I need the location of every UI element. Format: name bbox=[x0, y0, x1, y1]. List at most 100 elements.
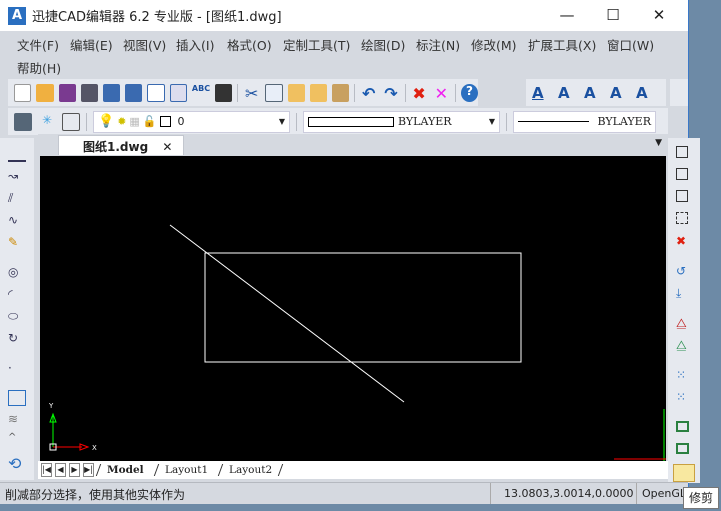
sketch-icon[interactable]: ✎ bbox=[8, 235, 26, 251]
helix-icon[interactable]: ≋ bbox=[8, 412, 26, 428]
menu-file[interactable]: 文件(F) bbox=[17, 35, 59, 54]
move-icon[interactable] bbox=[676, 168, 688, 180]
trim-icon[interactable] bbox=[673, 464, 695, 482]
last-tab-button[interactable]: ▶| bbox=[83, 463, 94, 477]
break-icon[interactable]: ⁙ bbox=[676, 390, 694, 406]
menu-help[interactable]: 帮助(H) bbox=[17, 58, 61, 77]
menu-format[interactable]: 格式(O) bbox=[227, 35, 272, 54]
multiline-text-icon[interactable]: A bbox=[584, 84, 602, 102]
menu-modify[interactable]: 修改(M) bbox=[471, 35, 517, 54]
tab-model[interactable]: Model bbox=[95, 464, 154, 476]
toolbar-overflow[interactable] bbox=[670, 79, 688, 106]
match-properties-icon[interactable] bbox=[331, 83, 350, 102]
tab-layout1[interactable]: Layout1 bbox=[153, 464, 218, 476]
spline-icon[interactable]: ∿ bbox=[8, 213, 26, 229]
help-icon[interactable]: ? bbox=[460, 83, 479, 102]
spellcheck-icon[interactable]: ABC bbox=[192, 84, 210, 102]
paste-icon[interactable] bbox=[287, 83, 305, 102]
menu-extensions[interactable]: 扩展工具(X) bbox=[528, 35, 596, 54]
layer-manager-icon[interactable] bbox=[14, 112, 32, 131]
close-button[interactable]: ✕ bbox=[636, 0, 682, 31]
menu-dimension[interactable]: 标注(N) bbox=[416, 35, 460, 54]
collapse-icon[interactable]: ^ bbox=[8, 432, 26, 448]
first-tab-button[interactable]: |◀ bbox=[41, 463, 52, 477]
page-setup-icon[interactable] bbox=[169, 83, 187, 102]
coordinate-readout: 13.0803,3.0014,0.0000 bbox=[504, 487, 634, 500]
layer-dropdown[interactable]: 💡 ✹ ▦ 🔓 0 ▼ bbox=[93, 110, 290, 133]
open-icon[interactable] bbox=[36, 83, 54, 102]
tab-label: Layout2 bbox=[228, 464, 272, 476]
separator bbox=[296, 112, 297, 131]
point-icon[interactable]: · bbox=[8, 361, 26, 377]
copy-object-icon[interactable] bbox=[676, 146, 688, 158]
minimize-button[interactable]: — bbox=[544, 0, 590, 31]
export-acis-icon[interactable] bbox=[80, 83, 98, 102]
stretch-icon[interactable]: ⧋ bbox=[676, 338, 694, 354]
redo-icon[interactable]: ↷ bbox=[382, 84, 399, 103]
prev-tab-button[interactable]: ◀ bbox=[55, 463, 66, 477]
single-text-icon[interactable]: A bbox=[558, 84, 576, 102]
offset-icon[interactable]: ↺ bbox=[676, 264, 694, 280]
find-icon[interactable] bbox=[214, 83, 233, 102]
undo-icon[interactable]: ↶ bbox=[360, 84, 377, 103]
tab-layout2[interactable]: Layout2 bbox=[217, 464, 284, 476]
save-icon[interactable] bbox=[58, 83, 76, 102]
color-dropdown[interactable]: BYLAYER ▼ bbox=[303, 110, 500, 133]
app-window: A 迅捷CAD编辑器 6.2 专业版 - [图纸1.dwg] — ☐ ✕ 文件(… bbox=[0, 0, 700, 504]
fillet-icon[interactable] bbox=[676, 443, 689, 454]
rectangle-icon[interactable] bbox=[8, 390, 26, 406]
menu-custom-tools[interactable]: 定制工具(T) bbox=[283, 35, 350, 54]
polyline-icon[interactable]: ↝ bbox=[8, 169, 26, 185]
layer-state-icon[interactable]: ✳ bbox=[38, 113, 56, 131]
menu-window[interactable]: 窗口(W) bbox=[607, 35, 654, 54]
cut-icon[interactable]: ✂ bbox=[243, 84, 260, 103]
menu-edit[interactable]: 编辑(E) bbox=[70, 35, 113, 54]
text-style-icon[interactable]: A bbox=[532, 84, 550, 102]
tab-list-dropdown-icon[interactable]: ▼ bbox=[655, 138, 662, 148]
regen-icon[interactable]: ⟲ bbox=[8, 454, 26, 473]
array-icon[interactable] bbox=[676, 212, 688, 224]
purge-icon[interactable]: ✕ bbox=[433, 84, 450, 103]
menu-view[interactable]: 视图(V) bbox=[123, 35, 166, 54]
print-export-icon[interactable] bbox=[102, 83, 121, 102]
arc-icon[interactable]: ◜ bbox=[8, 287, 26, 303]
rotate-icon[interactable] bbox=[676, 190, 688, 202]
separator bbox=[237, 83, 239, 102]
delete-icon[interactable]: ✖ bbox=[410, 84, 427, 103]
tooltip: 修剪 bbox=[683, 487, 719, 509]
ucs-y-label: Y bbox=[48, 402, 54, 410]
explode-icon[interactable]: ⁙ bbox=[676, 368, 694, 384]
print-icon[interactable] bbox=[125, 83, 143, 102]
circle-icon[interactable]: ◎ bbox=[8, 265, 26, 281]
ellipse-icon[interactable]: ⬭ bbox=[8, 309, 26, 325]
drawn-rectangle[interactable] bbox=[204, 252, 522, 363]
layer-previous-icon[interactable] bbox=[62, 112, 80, 131]
copy-icon[interactable] bbox=[265, 83, 283, 102]
paste-special-icon[interactable] bbox=[309, 83, 327, 102]
mirror-icon[interactable]: ⧋ bbox=[676, 316, 694, 332]
chamfer-icon[interactable] bbox=[676, 421, 689, 432]
menu-draw[interactable]: 绘图(D) bbox=[361, 35, 405, 54]
multiline-icon[interactable]: ⫽ bbox=[8, 191, 26, 207]
drawing-svg: Y X bbox=[48, 224, 666, 461]
menu-bar: 文件(F) 编辑(E) 视图(V) 插入(I) 格式(O) 定制工具(T) 绘图… bbox=[0, 31, 688, 78]
print-preview-icon[interactable] bbox=[147, 83, 165, 102]
menu-insert[interactable]: 插入(I) bbox=[176, 35, 214, 54]
tab-drawing1[interactable]: 图纸1.dwg ✕ bbox=[58, 135, 184, 155]
freeze-icon: ▦ bbox=[129, 115, 140, 128]
line-icon[interactable] bbox=[8, 146, 26, 162]
edit-text-icon[interactable]: A bbox=[610, 84, 628, 102]
erase-icon[interactable]: ✖ bbox=[676, 234, 694, 250]
close-tab-icon[interactable]: ✕ bbox=[162, 140, 172, 154]
maximize-button[interactable]: ☐ bbox=[590, 0, 636, 31]
next-tab-button[interactable]: ▶ bbox=[69, 463, 80, 477]
new-icon[interactable] bbox=[14, 83, 32, 102]
title-bar: A 迅捷CAD编辑器 6.2 专业版 - [图纸1.dwg] — ☐ ✕ bbox=[0, 0, 688, 31]
scale-icon[interactable]: ⤓ bbox=[676, 286, 694, 302]
status-message: 削减部分选择，使用其他实体作为 bbox=[5, 488, 186, 502]
ellipse-arc-icon[interactable]: ↻ bbox=[8, 331, 26, 347]
drawing-canvas[interactable]: Y X bbox=[40, 156, 666, 461]
find-text-icon[interactable]: A bbox=[636, 84, 654, 102]
ucs-x-label: X bbox=[92, 444, 97, 452]
linetype-dropdown[interactable]: BYLAYER bbox=[513, 110, 656, 133]
